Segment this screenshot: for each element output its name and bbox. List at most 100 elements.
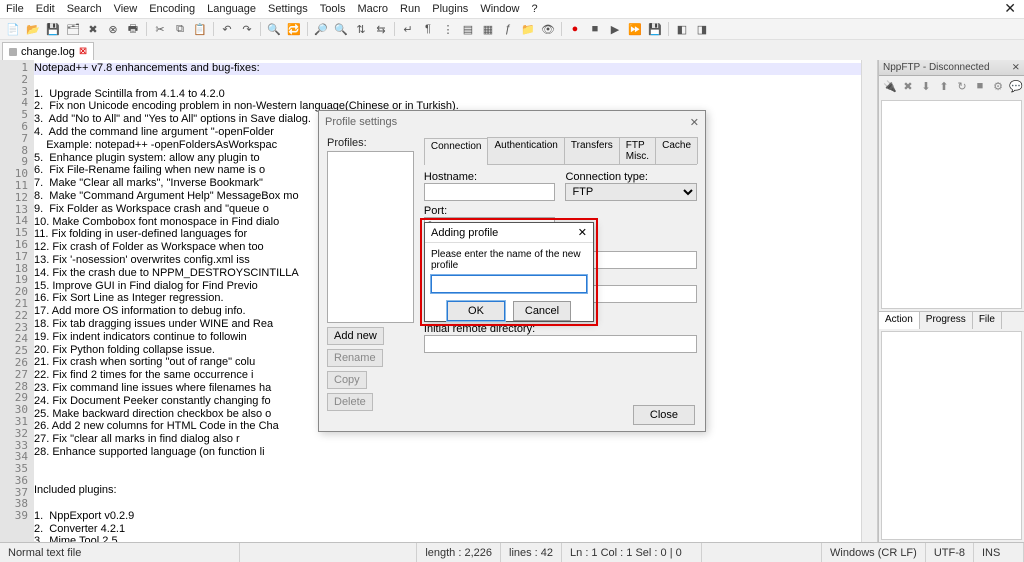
rename-button: Rename (327, 349, 383, 367)
conntype-select[interactable]: FTP (565, 183, 697, 201)
tab-status-icon (9, 48, 17, 56)
play-macro-icon[interactable]: ▶ (606, 20, 624, 38)
lang-icon[interactable]: ▤ (459, 20, 477, 38)
zoom-in-icon[interactable]: 🔎 (312, 20, 330, 38)
redo-icon[interactable]: ↷ (238, 20, 256, 38)
menu-plugins[interactable]: Plugins (432, 3, 468, 15)
profile-tab-connection[interactable]: Connection (424, 138, 489, 165)
save-all-icon[interactable]: 🗂 (64, 20, 82, 38)
close-icon[interactable]: ✖ (84, 20, 102, 38)
line-number-gutter: 1234567891011121314151617181920212223242… (0, 60, 34, 542)
replace-icon[interactable]: 🔁 (285, 20, 303, 38)
status-lines: lines : 42 (501, 543, 562, 562)
editor-vscroll[interactable] (861, 60, 877, 542)
ftp-abort-icon[interactable]: ■ (973, 80, 987, 94)
save-icon[interactable]: 💾 (44, 20, 62, 38)
status-ovr[interactable]: INS (974, 543, 1024, 562)
hostname-label: Hostname: (424, 171, 477, 183)
adding-prompt: Please enter the name of the new profile (431, 249, 587, 271)
profile-close-button[interactable]: Close (633, 405, 695, 425)
ftp-bottom-tabs: Action Progress File (879, 311, 1024, 329)
find-icon[interactable]: 🔍 (265, 20, 283, 38)
plugin2-icon[interactable]: ◨ (693, 20, 711, 38)
sync-v-icon[interactable]: ⇅ (352, 20, 370, 38)
sync-h-icon[interactable]: ⇆ (372, 20, 390, 38)
menu-view[interactable]: View (114, 3, 138, 15)
copy-button: Copy (327, 371, 367, 389)
tab-title: change.log (21, 46, 75, 58)
profile-tab-auth[interactable]: Authentication (487, 137, 564, 164)
ftp-tab-progress[interactable]: Progress (920, 312, 973, 329)
print-icon[interactable]: 🖶 (124, 20, 142, 38)
cut-icon[interactable]: ✂ (151, 20, 169, 38)
adding-name-input[interactable] (431, 275, 587, 293)
menu-macro[interactable]: Macro (357, 3, 388, 15)
undo-icon[interactable]: ↶ (218, 20, 236, 38)
menu-encoding[interactable]: Encoding (149, 3, 195, 15)
ftp-tab-file[interactable]: File (973, 312, 1002, 329)
profile-tab-cache[interactable]: Cache (655, 137, 698, 164)
profile-tab-transfers[interactable]: Transfers (564, 137, 620, 164)
menubar: File Edit Search View Encoding Language … (0, 0, 1024, 18)
menu-help[interactable]: ? (531, 3, 537, 15)
run-macro-mult-icon[interactable]: ⏩ (626, 20, 644, 38)
monitor-icon[interactable]: 👁 (539, 20, 557, 38)
folder-ws-icon[interactable]: 📁 (519, 20, 537, 38)
menu-window[interactable]: Window (480, 3, 519, 15)
profile-tab-ftpmisc[interactable]: FTP Misc. (619, 137, 656, 164)
menu-file[interactable]: File (6, 3, 24, 15)
ftp-tab-action[interactable]: Action (879, 312, 920, 329)
window-close-icon[interactable]: ✕ (1004, 0, 1016, 17)
conntype-label: Connection type: (565, 171, 648, 183)
ftp-tree[interactable] (881, 100, 1022, 309)
status-enc[interactable]: UTF-8 (926, 543, 974, 562)
ftp-upload-icon[interactable]: ⬆ (937, 80, 951, 94)
new-file-icon[interactable]: 📄 (4, 20, 22, 38)
ftp-settings-icon[interactable]: ⚙ (991, 80, 1005, 94)
menu-settings[interactable]: Settings (268, 3, 308, 15)
menu-search[interactable]: Search (67, 3, 102, 15)
status-eol[interactable]: Windows (CR LF) (822, 543, 926, 562)
ftp-refresh-icon[interactable]: ↻ (955, 80, 969, 94)
ftp-messages-icon[interactable]: 💬 (1009, 80, 1023, 94)
menu-tools[interactable]: Tools (320, 3, 346, 15)
wrap-icon[interactable]: ↵ (399, 20, 417, 38)
editor-tab[interactable]: change.log ⊠ (2, 42, 94, 60)
plugin1-icon[interactable]: ◧ (673, 20, 691, 38)
profiles-listbox[interactable] (327, 151, 414, 323)
hidden-chars-icon[interactable]: ¶ (419, 20, 437, 38)
menu-language[interactable]: Language (207, 3, 256, 15)
hostname-input[interactable] (424, 183, 556, 201)
menu-edit[interactable]: Edit (36, 3, 55, 15)
delete-button: Delete (327, 393, 373, 411)
close-all-icon[interactable]: ⊗ (104, 20, 122, 38)
ftp-disconnect-icon[interactable]: ✖ (901, 80, 915, 94)
status-mode: Normal text file (0, 543, 240, 562)
ftp-connect-icon[interactable]: 🔌 (883, 80, 897, 94)
profile-dlg-close-icon[interactable]: ✕ (690, 116, 699, 129)
ftp-log[interactable] (881, 331, 1022, 540)
ird-input[interactable] (424, 335, 697, 353)
paste-icon[interactable]: 📋 (191, 20, 209, 38)
adding-close-icon[interactable]: ✕ (578, 226, 587, 239)
status-length: length : 2,226 (417, 543, 501, 562)
record-macro-icon[interactable]: ● (566, 20, 584, 38)
save-macro-icon[interactable]: 💾 (646, 20, 664, 38)
indent-guide-icon[interactable]: ⋮ (439, 20, 457, 38)
add-new-button[interactable]: Add new (327, 327, 384, 345)
tab-close-icon[interactable]: ⊠ (79, 46, 87, 57)
open-icon[interactable]: 📂 (24, 20, 42, 38)
func-list-icon[interactable]: ƒ (499, 20, 517, 38)
adding-title: Adding profile (431, 227, 498, 239)
copy-icon[interactable]: ⧉ (171, 20, 189, 38)
profile-dlg-title: Profile settings (325, 116, 397, 128)
status-pos: Ln : 1 Col : 1 Sel : 0 | 0 (562, 543, 702, 562)
ftp-download-icon[interactable]: ⬇ (919, 80, 933, 94)
doc-map-icon[interactable]: ▦ (479, 20, 497, 38)
nppftp-close-icon[interactable]: ⨯ (1012, 62, 1020, 73)
menu-run[interactable]: Run (400, 3, 420, 15)
zoom-out-icon[interactable]: 🔍 (332, 20, 350, 38)
stop-macro-icon[interactable]: ■ (586, 20, 604, 38)
adding-ok-button[interactable]: OK (447, 301, 505, 321)
adding-cancel-button[interactable]: Cancel (513, 301, 571, 321)
